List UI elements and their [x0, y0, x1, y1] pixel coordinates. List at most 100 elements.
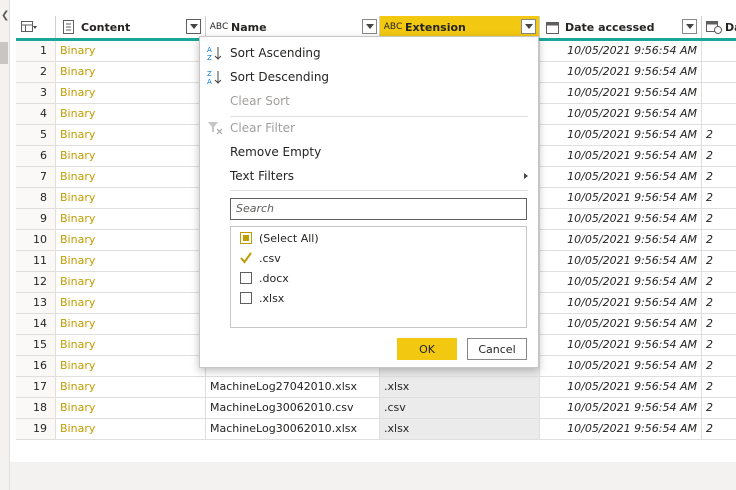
cell-date-accessed[interactable]: 10/05/2021 9:56:54 AM: [540, 41, 702, 61]
cell-date-accessed[interactable]: 10/05/2021 9:56:54 AM: [540, 314, 702, 334]
cell-date-2[interactable]: 2: [702, 167, 736, 187]
cell-name[interactable]: MachineLog27042010.xlsx: [206, 377, 380, 397]
cell-content[interactable]: Binary: [56, 83, 206, 103]
cell-date-accessed[interactable]: 10/05/2021 9:56:54 AM: [540, 419, 702, 439]
cell-date-2[interactable]: 2: [702, 146, 736, 166]
expand-binary-button[interactable]: [186, 19, 201, 34]
row-number[interactable]: 6: [16, 146, 56, 166]
cell-content[interactable]: Binary: [56, 41, 206, 61]
cell-date-2[interactable]: [702, 104, 736, 124]
column-header-content[interactable]: Content: [56, 16, 206, 38]
cell-date-2[interactable]: 2: [702, 356, 736, 376]
row-number[interactable]: 9: [16, 209, 56, 229]
table-row[interactable]: 18 Binary MachineLog30062010.csv .csv 10/05/…: [16, 398, 736, 419]
expand-chevron-icon[interactable]: ❮: [1, 10, 9, 21]
table-menu-button[interactable]: [16, 16, 56, 38]
cell-extension[interactable]: .xlsx: [380, 419, 540, 439]
cell-date-2[interactable]: [702, 62, 736, 82]
clear-filter-item[interactable]: Clear Filter: [200, 117, 538, 139]
cell-date-accessed[interactable]: 10/05/2021 9:56:54 AM: [540, 209, 702, 229]
checkbox-partial[interactable]: [240, 232, 252, 244]
filter-option-csv[interactable]: .csv: [240, 249, 281, 267]
text-filters-item[interactable]: Text Filters: [200, 165, 538, 187]
table-row[interactable]: 19 Binary MachineLog30062010.xlsx .xlsx 10/0…: [16, 419, 736, 440]
cell-date-accessed[interactable]: 10/05/2021 9:56:54 AM: [540, 104, 702, 124]
cell-content[interactable]: Binary: [56, 209, 206, 229]
row-number[interactable]: 15: [16, 335, 56, 355]
cell-date-accessed[interactable]: 10/05/2021 9:56:54 AM: [540, 230, 702, 250]
filter-option-docx[interactable]: .docx: [240, 269, 289, 287]
row-number[interactable]: 12: [16, 272, 56, 292]
cell-date-2[interactable]: 2: [702, 272, 736, 292]
column-header-date-accessed[interactable]: Date accessed: [540, 16, 702, 38]
cell-date-2[interactable]: 2: [702, 209, 736, 229]
filter-option-xlsx[interactable]: .xlsx: [240, 289, 284, 307]
filter-search-input[interactable]: Search: [230, 198, 527, 220]
sort-ascending-item[interactable]: AZ Sort Ascending: [200, 42, 538, 64]
filter-option-select-all[interactable]: (Select All): [240, 229, 319, 247]
cell-content[interactable]: Binary: [56, 62, 206, 82]
cell-content[interactable]: Binary: [56, 125, 206, 145]
row-number[interactable]: 14: [16, 314, 56, 334]
cell-date-2[interactable]: 2: [702, 293, 736, 313]
sort-descending-item[interactable]: ZA Sort Descending: [200, 66, 538, 88]
filter-dropdown-name[interactable]: [362, 19, 377, 34]
cell-date-accessed[interactable]: 10/05/2021 9:56:54 AM: [540, 398, 702, 418]
cell-date-accessed[interactable]: 10/05/2021 9:56:54 AM: [540, 167, 702, 187]
table-row[interactable]: 17 Binary MachineLog27042010.xlsx .xlsx 10/0…: [16, 377, 736, 398]
cell-content[interactable]: Binary: [56, 188, 206, 208]
filter-dropdown-date-accessed[interactable]: [682, 19, 697, 34]
row-number[interactable]: 17: [16, 377, 56, 397]
cell-date-accessed[interactable]: 10/05/2021 9:56:54 AM: [540, 335, 702, 355]
row-number[interactable]: 2: [16, 62, 56, 82]
ok-button[interactable]: OK: [397, 338, 457, 360]
cell-date-accessed[interactable]: 10/05/2021 9:56:54 AM: [540, 188, 702, 208]
cell-content[interactable]: Binary: [56, 293, 206, 313]
row-number[interactable]: 19: [16, 419, 56, 439]
column-header-name[interactable]: ABC Name: [206, 16, 380, 38]
cell-date-2[interactable]: 2: [702, 335, 736, 355]
cell-content[interactable]: Binary: [56, 230, 206, 250]
row-number[interactable]: 4: [16, 104, 56, 124]
cell-extension[interactable]: .csv: [380, 398, 540, 418]
cell-content[interactable]: Binary: [56, 167, 206, 187]
checkbox-unchecked[interactable]: [240, 292, 252, 304]
checkbox-unchecked[interactable]: [240, 272, 252, 284]
row-number[interactable]: 1: [16, 41, 56, 61]
cell-content[interactable]: Binary: [56, 377, 206, 397]
row-number[interactable]: 3: [16, 83, 56, 103]
cell-name[interactable]: MachineLog30062010.csv: [206, 398, 380, 418]
cell-content[interactable]: Binary: [56, 104, 206, 124]
cell-content[interactable]: Binary: [56, 314, 206, 334]
cell-date-accessed[interactable]: 10/05/2021 9:56:54 AM: [540, 293, 702, 313]
filter-dropdown-extension[interactable]: [521, 19, 536, 34]
cell-date-accessed[interactable]: 10/05/2021 9:56:54 AM: [540, 146, 702, 166]
column-header-date-2[interactable]: Da: [702, 16, 736, 38]
cell-date-accessed[interactable]: 10/05/2021 9:56:54 AM: [540, 377, 702, 397]
cancel-button[interactable]: Cancel: [467, 338, 527, 360]
cell-content[interactable]: Binary: [56, 356, 206, 376]
checkbox-checked[interactable]: [240, 252, 252, 264]
cell-date-accessed[interactable]: 10/05/2021 9:56:54 AM: [540, 272, 702, 292]
cell-date-2[interactable]: 2: [702, 314, 736, 334]
cell-content[interactable]: Binary: [56, 419, 206, 439]
row-number[interactable]: 5: [16, 125, 56, 145]
row-number[interactable]: 16: [16, 356, 56, 376]
cell-date-accessed[interactable]: 10/05/2021 9:56:54 AM: [540, 251, 702, 271]
cell-date-2[interactable]: 2: [702, 398, 736, 418]
cell-date-accessed[interactable]: 10/05/2021 9:56:54 AM: [540, 356, 702, 376]
row-number[interactable]: 11: [16, 251, 56, 271]
cell-date-2[interactable]: [702, 83, 736, 103]
cell-name[interactable]: MachineLog30062010.xlsx: [206, 419, 380, 439]
cell-content[interactable]: Binary: [56, 146, 206, 166]
cell-content[interactable]: Binary: [56, 272, 206, 292]
cell-content[interactable]: Binary: [56, 398, 206, 418]
row-number[interactable]: 8: [16, 188, 56, 208]
clear-sort-item[interactable]: Clear Sort: [200, 90, 538, 112]
queries-pane-tab[interactable]: [0, 42, 8, 64]
row-number[interactable]: 18: [16, 398, 56, 418]
cell-extension[interactable]: .xlsx: [380, 377, 540, 397]
cell-date-2[interactable]: 2: [702, 125, 736, 145]
cell-date-accessed[interactable]: 10/05/2021 9:56:54 AM: [540, 83, 702, 103]
row-number[interactable]: 10: [16, 230, 56, 250]
